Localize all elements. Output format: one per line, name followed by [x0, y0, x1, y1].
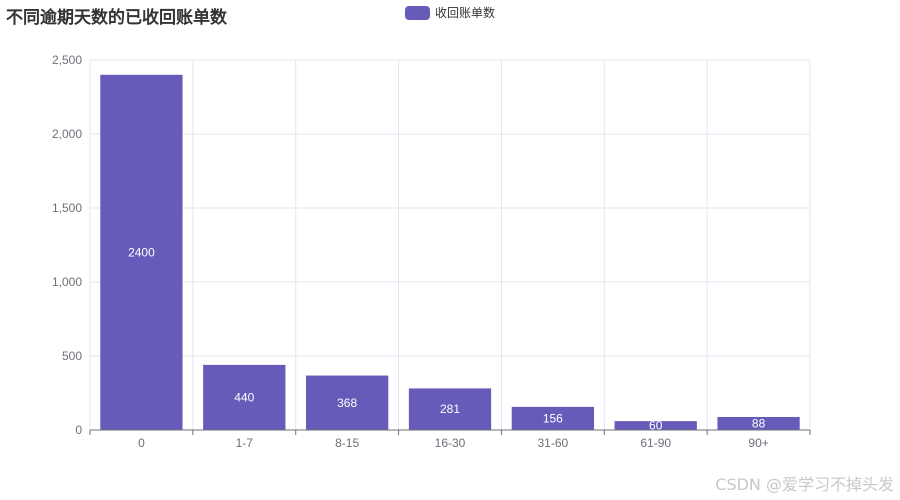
y-tick-label: 0	[75, 423, 82, 437]
bar-value-label: 440	[234, 390, 254, 404]
bar-value-label: 88	[752, 416, 766, 430]
bar-layer	[100, 74, 800, 431]
y-tick-label: 1,000	[52, 275, 82, 289]
x-tick-label: 90+	[748, 436, 768, 450]
bar-value-label: 281	[440, 402, 460, 416]
bar-chart: 0 500 1,000 1,500 2,000 2,500 0 1-7 8-15 16-30 31-…	[52, 53, 811, 450]
y-tick-label: 2,500	[52, 53, 82, 67]
x-tick-label: 1-7	[236, 436, 254, 450]
bar-value-label: 368	[337, 396, 357, 410]
x-tick-label: 61-90	[640, 436, 671, 450]
x-tick-label: 16-30	[435, 436, 466, 450]
x-tick-label: 8-15	[335, 436, 359, 450]
bar-value-label: 2400	[128, 245, 155, 259]
y-tick-label: 500	[62, 349, 82, 363]
y-tick-label: 2,000	[52, 127, 82, 141]
bar-value-label: 156	[543, 411, 563, 425]
grid-layer	[89, 59, 811, 430]
watermark: CSDN @爱学习不掉头发	[715, 475, 894, 494]
bar-value-label: 60	[649, 419, 663, 433]
x-tick-label: 31-60	[538, 436, 569, 450]
x-tick-label: 0	[138, 436, 145, 450]
y-tick-label: 1,500	[52, 201, 82, 215]
